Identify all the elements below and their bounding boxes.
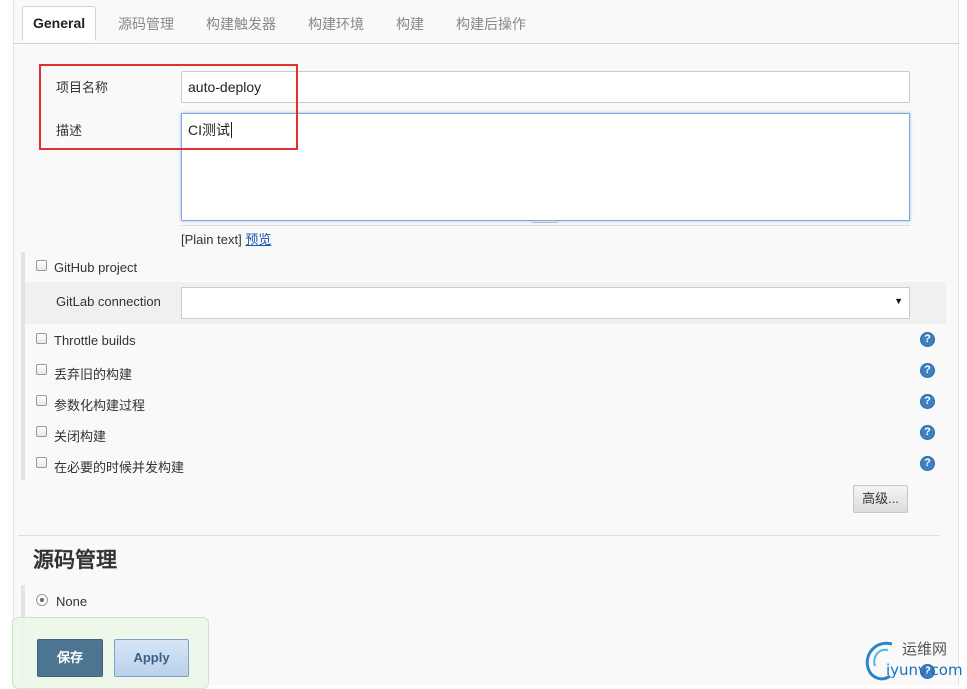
- dropdown-arrow-icon: ▼: [894, 296, 903, 306]
- help-icon[interactable]: ?: [920, 332, 935, 347]
- watermark-title: 运维网: [902, 640, 948, 658]
- github-project-label: GitHub project: [54, 260, 138, 275]
- github-project-checkbox[interactable]: [36, 260, 47, 271]
- help-icon[interactable]: ?: [920, 394, 935, 409]
- disable-build-label: 关闭构建: [54, 429, 107, 444]
- help-icon[interactable]: ?: [920, 425, 935, 440]
- tab-build-environment[interactable]: 构建环境: [298, 8, 374, 40]
- concurrent-build-label: 在必要的时候并发构建: [54, 460, 185, 475]
- tab-general[interactable]: General: [22, 6, 97, 41]
- throttle-builds-checkbox[interactable]: [36, 333, 47, 344]
- preview-link[interactable]: 预览: [245, 232, 271, 247]
- tab-post-build[interactable]: 构建后操作: [446, 8, 536, 40]
- watermark-domain: iyunv.com: [886, 661, 963, 679]
- tab-scm[interactable]: 源码管理: [108, 8, 184, 40]
- scm-none-radio[interactable]: [36, 594, 48, 606]
- discard-old-builds-label: 丢弃旧的构建: [54, 367, 133, 382]
- gitlab-connection-label: GitLab connection: [56, 294, 161, 309]
- plain-text-hint: [Plain text] 预览: [181, 229, 271, 248]
- tab-build[interactable]: 构建: [386, 8, 434, 40]
- disable-build-checkbox[interactable]: [36, 426, 47, 437]
- save-button[interactable]: 保存: [37, 639, 103, 677]
- discard-old-builds-checkbox[interactable]: [36, 364, 47, 375]
- parameterized-build-label: 参数化构建过程: [54, 398, 146, 413]
- help-icon[interactable]: ?: [920, 363, 935, 378]
- concurrent-build-checkbox[interactable]: [36, 457, 47, 468]
- scm-section-title: 源码管理: [33, 549, 117, 572]
- help-icon[interactable]: ?: [920, 456, 935, 471]
- textarea-resize-bar[interactable]: [181, 221, 910, 226]
- section-divider: [18, 535, 940, 536]
- parameterized-build-checkbox[interactable]: [36, 395, 47, 406]
- gitlab-connection-select[interactable]: ▼: [181, 287, 910, 319]
- plain-text-label: [Plain text]: [181, 232, 242, 247]
- highlight-box: [39, 64, 298, 150]
- scm-none-label: None: [56, 594, 88, 609]
- apply-button[interactable]: Apply: [114, 639, 189, 677]
- tab-build-triggers[interactable]: 构建触发器: [196, 8, 286, 40]
- advanced-button[interactable]: 高级...: [853, 485, 908, 513]
- watermark-logo: 运维网 iyunv.com: [862, 636, 967, 685]
- throttle-builds-label: Throttle builds: [54, 333, 136, 348]
